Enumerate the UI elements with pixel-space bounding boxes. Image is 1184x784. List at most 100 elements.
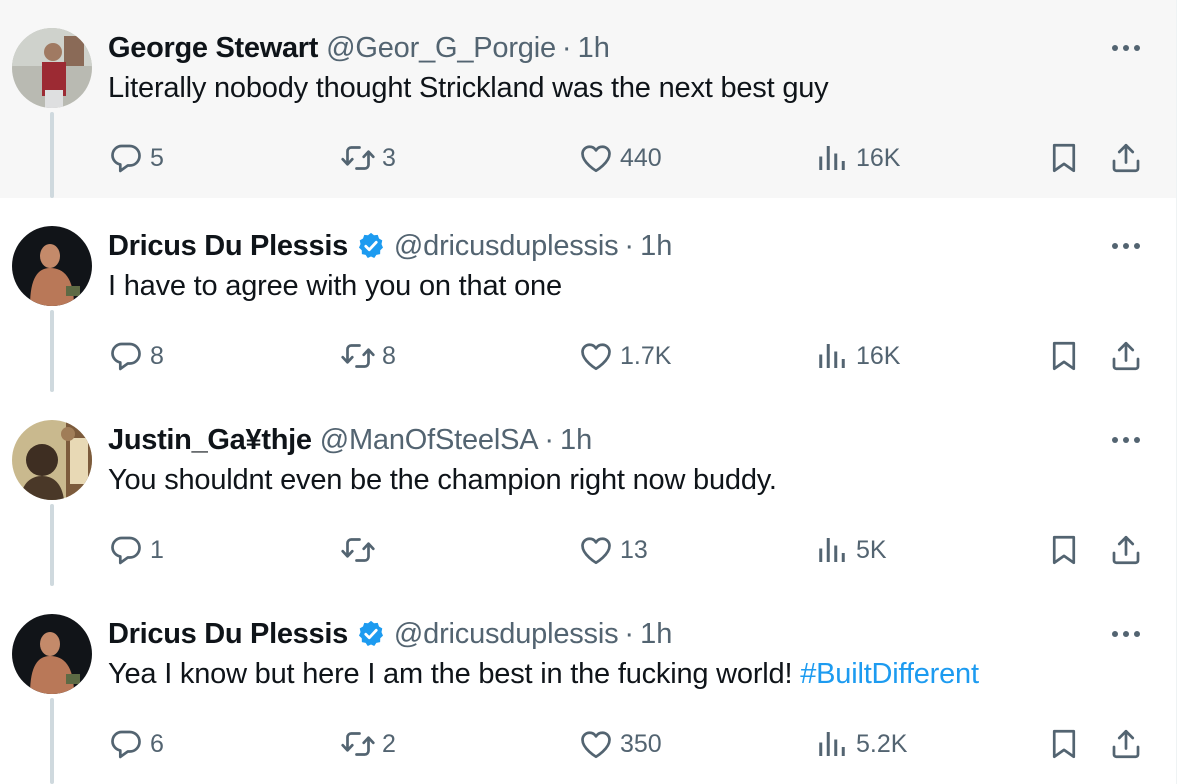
tweet-text-content: I have to agree with you on that one <box>108 270 562 302</box>
action-bar: 8 8 1.7K 16K <box>108 336 1148 376</box>
retweet-button[interactable]: 3 <box>340 138 396 178</box>
display-name[interactable]: Justin_Ga¥thje <box>108 424 312 457</box>
reply-count: 5 <box>150 143 164 172</box>
avatar[interactable] <box>12 28 92 108</box>
verified-badge-icon <box>356 619 386 649</box>
action-bar: 1 13 5K <box>108 530 1148 570</box>
like-button[interactable]: 350 <box>578 724 662 764</box>
tweet[interactable]: Dricus Du Plessis @dricusduplessis · 1h … <box>0 586 1176 784</box>
reply-count: 8 <box>150 341 164 370</box>
like-button[interactable]: 13 <box>578 530 648 570</box>
tweet[interactable]: George Stewart @Geor_G_Porgie · 1h Liter… <box>0 0 1176 198</box>
separator-dot: · <box>561 31 572 64</box>
tweet[interactable]: Justin_Ga¥thje @ManOfSteelSA · 1h You sh… <box>0 392 1176 586</box>
reply-count: 6 <box>150 729 164 758</box>
bookmark-button[interactable] <box>1046 336 1082 376</box>
display-name[interactable]: Dricus Du Plessis <box>108 230 348 263</box>
hashtag-link[interactable]: #BuiltDifferent <box>800 658 979 690</box>
more-options-icon[interactable] <box>1106 428 1146 452</box>
reply-icon <box>108 532 144 568</box>
timestamp[interactable]: 1h <box>640 230 672 263</box>
bookmark-button[interactable] <box>1046 724 1082 764</box>
share-icon <box>1108 140 1144 176</box>
views-button[interactable]: 5.2K <box>814 724 907 764</box>
more-options-icon[interactable] <box>1106 234 1146 258</box>
bookmark-button[interactable] <box>1046 530 1082 570</box>
share-icon <box>1108 532 1144 568</box>
retweet-button[interactable]: 8 <box>340 336 396 376</box>
reply-icon <box>108 338 144 374</box>
separator-dot: · <box>624 617 635 650</box>
heart-icon <box>578 140 614 176</box>
retweet-count: 8 <box>382 341 396 370</box>
retweet-icon <box>340 338 376 374</box>
retweet-button[interactable]: 2 <box>340 724 396 764</box>
views-chart-icon <box>814 140 850 176</box>
views-button[interactable]: 16K <box>814 336 900 376</box>
column-border <box>1176 0 1184 784</box>
tweet-text: Literally nobody thought Strickland was … <box>108 72 829 105</box>
bookmark-icon <box>1046 140 1082 176</box>
share-button[interactable] <box>1108 724 1144 764</box>
reply-button[interactable]: 8 <box>108 336 164 376</box>
share-button[interactable] <box>1108 336 1144 376</box>
bookmark-icon <box>1046 532 1082 568</box>
bookmark-button[interactable] <box>1046 138 1082 178</box>
tweet-text: I have to agree with you on that one <box>108 270 562 303</box>
heart-icon <box>578 532 614 568</box>
user-handle[interactable]: @dricusduplessis <box>394 230 619 263</box>
view-count: 5K <box>856 535 887 564</box>
view-count: 5.2K <box>856 729 908 758</box>
action-bar: 6 2 350 5.2K <box>108 724 1148 764</box>
views-button[interactable]: 5K <box>814 530 887 570</box>
share-icon <box>1108 338 1144 374</box>
avatar[interactable] <box>12 614 92 694</box>
thread-connector <box>50 112 54 198</box>
like-count: 440 <box>620 143 662 172</box>
thread-connector <box>50 310 54 392</box>
timestamp[interactable]: 1h <box>640 618 672 651</box>
bookmark-icon <box>1046 338 1082 374</box>
views-button[interactable]: 16K <box>814 138 900 178</box>
share-button[interactable] <box>1108 138 1144 178</box>
separator-dot: · <box>624 229 635 262</box>
thread-connector <box>50 698 54 784</box>
thread-connector <box>50 504 54 586</box>
more-options-icon[interactable] <box>1106 36 1146 60</box>
display-name[interactable]: Dricus Du Plessis <box>108 618 348 651</box>
retweet-button[interactable] <box>340 530 382 570</box>
share-icon <box>1108 726 1144 762</box>
reply-button[interactable]: 5 <box>108 138 164 178</box>
reply-icon <box>108 140 144 176</box>
timestamp[interactable]: 1h <box>560 424 592 457</box>
retweet-icon <box>340 726 376 762</box>
display-name[interactable]: George Stewart <box>108 32 318 65</box>
user-handle[interactable]: @Geor_G_Porgie <box>326 32 556 65</box>
avatar[interactable] <box>12 420 92 500</box>
user-handle[interactable]: @ManOfSteelSA <box>320 424 539 457</box>
like-button[interactable]: 440 <box>578 138 662 178</box>
separator-dot: · <box>544 423 555 456</box>
bookmark-icon <box>1046 726 1082 762</box>
views-chart-icon <box>814 532 850 568</box>
tweet-text-content: You shouldnt even be the champion right … <box>108 464 777 496</box>
tweet[interactable]: Dricus Du Plessis @dricusduplessis · 1h … <box>0 198 1176 392</box>
share-button[interactable] <box>1108 530 1144 570</box>
more-options-icon[interactable] <box>1106 622 1146 646</box>
like-button[interactable]: 1.7K <box>578 336 671 376</box>
tweet-text-content: Literally nobody thought Strickland was … <box>108 72 829 104</box>
retweet-count: 2 <box>382 729 396 758</box>
view-count: 16K <box>856 341 901 370</box>
retweet-icon <box>340 532 376 568</box>
views-chart-icon <box>814 726 850 762</box>
views-chart-icon <box>814 338 850 374</box>
avatar[interactable] <box>12 226 92 306</box>
user-handle[interactable]: @dricusduplessis <box>394 618 619 651</box>
view-count: 16K <box>856 143 901 172</box>
reply-button[interactable]: 1 <box>108 530 164 570</box>
tweet-text: You shouldnt even be the champion right … <box>108 464 777 497</box>
heart-icon <box>578 338 614 374</box>
timestamp[interactable]: 1h <box>578 32 610 65</box>
reply-button[interactable]: 6 <box>108 724 164 764</box>
tweet-text-content: Yea I know but here I am the best in the… <box>108 658 801 690</box>
